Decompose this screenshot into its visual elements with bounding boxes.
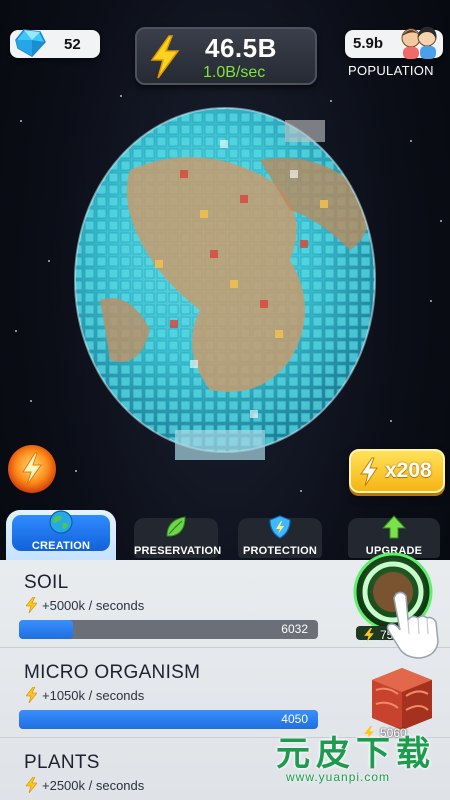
planet-globe[interactable] (60, 100, 410, 470)
tab-creation[interactable]: CREATION (6, 510, 116, 560)
watermark-url: www.yuanpi.com (286, 770, 391, 784)
item-name: PLANTS (24, 752, 100, 773)
gem-icon (15, 29, 46, 57)
tab-protection[interactable]: PROTECTION (238, 515, 322, 558)
leaf-icon (166, 516, 186, 537)
tutorial-hand-icon (386, 591, 439, 659)
energy-display: 46.5B 1.0B/sec (135, 27, 317, 85)
tab-preservation[interactable]: PRESERVATION (134, 516, 222, 558)
tab-label: CREATION (31, 540, 91, 552)
lightning-icon (150, 35, 180, 79)
population-value: 5.9b (353, 35, 384, 52)
population-counter[interactable]: 5.9b (345, 26, 443, 59)
tab-label: PRESERVATION (134, 545, 222, 557)
lightning-icon (360, 457, 378, 487)
item-rate: +1050k / seconds (42, 688, 145, 703)
sun-boost-icon[interactable] (6, 443, 58, 495)
item-name: MICRO ORGANISM (24, 662, 201, 683)
lightning-icon (364, 628, 374, 642)
item-rate: +5000k / seconds (42, 598, 145, 613)
progress-bar: 6032 (19, 620, 318, 639)
progress-fill (19, 620, 73, 639)
family-icon (401, 26, 437, 59)
shield-icon (269, 515, 291, 539)
energy-rate: 1.0B/sec (203, 64, 266, 81)
multiplier-boost-button[interactable]: x208 (349, 449, 445, 493)
item-rate: +2500k / seconds (42, 778, 145, 793)
lightning-icon (26, 687, 37, 703)
progress-value: 4050 (281, 712, 308, 726)
multiplier-label: x208 (385, 459, 432, 482)
arrow-up-icon (381, 515, 407, 539)
item-name: SOIL (24, 572, 69, 593)
progress-value: 6032 (281, 622, 308, 636)
lightning-icon (26, 777, 37, 793)
gem-count: 52 (64, 35, 81, 53)
gem-counter[interactable]: 52 (10, 29, 100, 58)
lightning-icon (26, 597, 37, 613)
energy-total: 46.5B (205, 33, 277, 63)
watermark: 元皮下载 www.yuanpi.com (268, 726, 444, 792)
watermark-text: 元皮下载 (276, 735, 436, 773)
globe-icon (49, 510, 73, 534)
tab-label: PROTECTION (242, 545, 318, 557)
population-label: POPULATION (348, 63, 434, 78)
